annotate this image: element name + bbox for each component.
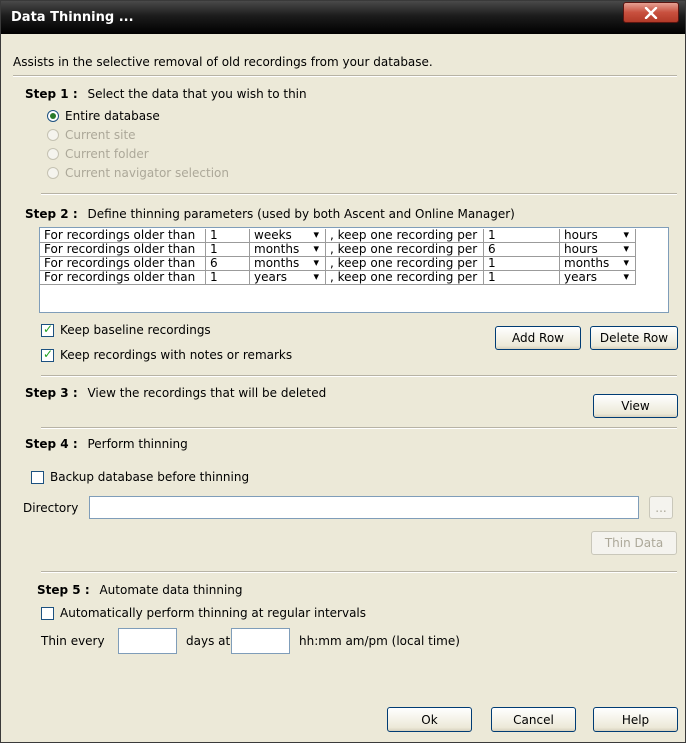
radio-button — [47, 148, 59, 160]
radio-entire-database[interactable]: Entire database — [47, 109, 160, 123]
time-input[interactable] — [231, 628, 290, 654]
time-format-hint: hh:mm am/pm (local time) — [299, 634, 460, 648]
view-button[interactable]: View — [593, 394, 678, 418]
grid-row[interactable]: For recordings older than 1 years , keep… — [40, 271, 638, 285]
auto-thinning-label: Automatically perform thinning at regula… — [60, 606, 367, 620]
separator — [41, 375, 677, 377]
grid-row[interactable]: For recordings older than 1 months , kee… — [40, 243, 638, 257]
title-bar: Data Thinning ... — [1, 1, 685, 34]
keep-baseline-checkbox[interactable] — [41, 322, 54, 337]
separator — [13, 75, 677, 77]
dialog-description: Assists in the selective removal of old … — [13, 55, 433, 69]
step3-text: View the recordings that will be deleted — [87, 386, 327, 400]
step4-heading: Step 4 : Perform thinning — [25, 437, 188, 451]
help-button[interactable]: Help — [593, 707, 678, 732]
backup-checkbox[interactable] — [31, 470, 44, 484]
prefix-cell: For recordings older than — [40, 243, 206, 257]
middle-cell: , keep one recording per — [326, 271, 484, 285]
grid-row[interactable]: For recordings older than 1 weeks , keep… — [40, 229, 638, 243]
keep-cell[interactable]: 6 — [484, 243, 560, 257]
thinning-rules-grid[interactable]: For recordings older than 1 weeks , keep… — [39, 227, 669, 313]
radio-label: Current site — [65, 128, 136, 142]
separator — [41, 193, 677, 195]
auto-thinning-option[interactable]: Automatically perform thinning at regula… — [41, 606, 366, 620]
data-thinning-dialog: Data Thinning ... Assists in the selecti… — [0, 0, 686, 743]
middle-cell: , keep one recording per — [326, 229, 484, 243]
separator — [41, 427, 677, 429]
step3-heading: Step 3 : View the recordings that will b… — [25, 386, 326, 400]
radio-label: Entire database — [65, 109, 160, 123]
keep-notes-label: Keep recordings with notes or remarks — [60, 348, 293, 362]
keep-notes-option[interactable]: Keep recordings with notes or remarks — [41, 347, 293, 362]
radio-current-folder: Current folder — [47, 147, 149, 161]
step5-label: Step 5 : — [37, 583, 90, 597]
cancel-button[interactable]: Cancel — [491, 707, 576, 732]
age-unit-dropdown[interactable]: months — [250, 257, 326, 271]
step3-label: Step 3 : — [25, 386, 78, 400]
delete-row-button[interactable]: Delete Row — [590, 326, 678, 350]
step5-text: Automate data thinning — [99, 583, 243, 597]
directory-label: Directory — [23, 501, 79, 515]
step4-label: Step 4 : — [25, 437, 78, 451]
prefix-cell: For recordings older than — [40, 271, 206, 285]
close-button[interactable] — [623, 2, 679, 23]
radio-button[interactable] — [47, 110, 59, 122]
prefix-cell: For recordings older than — [40, 257, 206, 271]
prefix-cell: For recordings older than — [40, 229, 206, 243]
age-unit-dropdown[interactable]: months — [250, 243, 326, 257]
browse-button[interactable]: ... — [649, 496, 673, 519]
ok-button[interactable]: Ok — [387, 707, 472, 732]
keep-baseline-label: Keep baseline recordings — [60, 323, 211, 337]
age-unit-dropdown[interactable]: years — [250, 271, 326, 285]
backup-label: Backup database before thinning — [50, 470, 250, 484]
middle-cell: , keep one recording per — [326, 257, 484, 271]
separator — [41, 571, 677, 573]
radio-label: Current navigator selection — [65, 166, 229, 180]
age-cell[interactable]: 1 — [206, 243, 250, 257]
keep-baseline-option[interactable]: Keep baseline recordings — [41, 322, 211, 337]
age-cell[interactable]: 1 — [206, 271, 250, 285]
keep-unit-dropdown[interactable]: months — [560, 257, 636, 271]
keep-unit-dropdown[interactable]: hours — [560, 229, 636, 243]
age-cell[interactable]: 1 — [206, 229, 250, 243]
backup-option[interactable]: Backup database before thinning — [31, 470, 249, 484]
step1-text: Select the data that you wish to thin — [87, 87, 307, 101]
middle-cell: , keep one recording per — [326, 243, 484, 257]
directory-input[interactable] — [89, 496, 639, 519]
step1-heading: Step 1 : Select the data that you wish t… — [25, 87, 307, 101]
close-icon — [644, 7, 658, 19]
window-title: Data Thinning ... — [11, 10, 134, 25]
radio-current-navigator-selection: Current navigator selection — [47, 166, 229, 180]
keep-unit-dropdown[interactable]: hours — [560, 243, 636, 257]
keep-cell[interactable]: 1 — [484, 229, 560, 243]
add-row-button[interactable]: Add Row — [495, 326, 581, 350]
days-input[interactable] — [118, 628, 177, 654]
radio-button — [47, 167, 59, 179]
step5-heading: Step 5 : Automate data thinning — [37, 583, 243, 597]
radio-label: Current folder — [65, 147, 149, 161]
radio-button — [47, 129, 59, 141]
age-cell[interactable]: 6 — [206, 257, 250, 271]
thin-data-button[interactable]: Thin Data — [591, 531, 677, 555]
auto-thinning-checkbox[interactable] — [41, 606, 54, 620]
step2-text: Define thinning parameters (used by both… — [87, 207, 515, 221]
step2-label: Step 2 : — [25, 207, 78, 221]
keep-cell[interactable]: 1 — [484, 271, 560, 285]
keep-cell[interactable]: 1 — [484, 257, 560, 271]
radio-current-site: Current site — [47, 128, 136, 142]
keep-unit-dropdown[interactable]: years — [560, 271, 636, 285]
keep-notes-checkbox[interactable] — [41, 347, 54, 362]
step1-label: Step 1 : — [25, 87, 78, 101]
days-at-label: days at — [186, 634, 231, 648]
thin-every-label: Thin every — [41, 634, 105, 648]
grid-row[interactable]: For recordings older than 6 months , kee… — [40, 257, 638, 271]
step4-text: Perform thinning — [87, 437, 188, 451]
age-unit-dropdown[interactable]: weeks — [250, 229, 326, 243]
step2-heading: Step 2 : Define thinning parameters (use… — [25, 207, 515, 221]
